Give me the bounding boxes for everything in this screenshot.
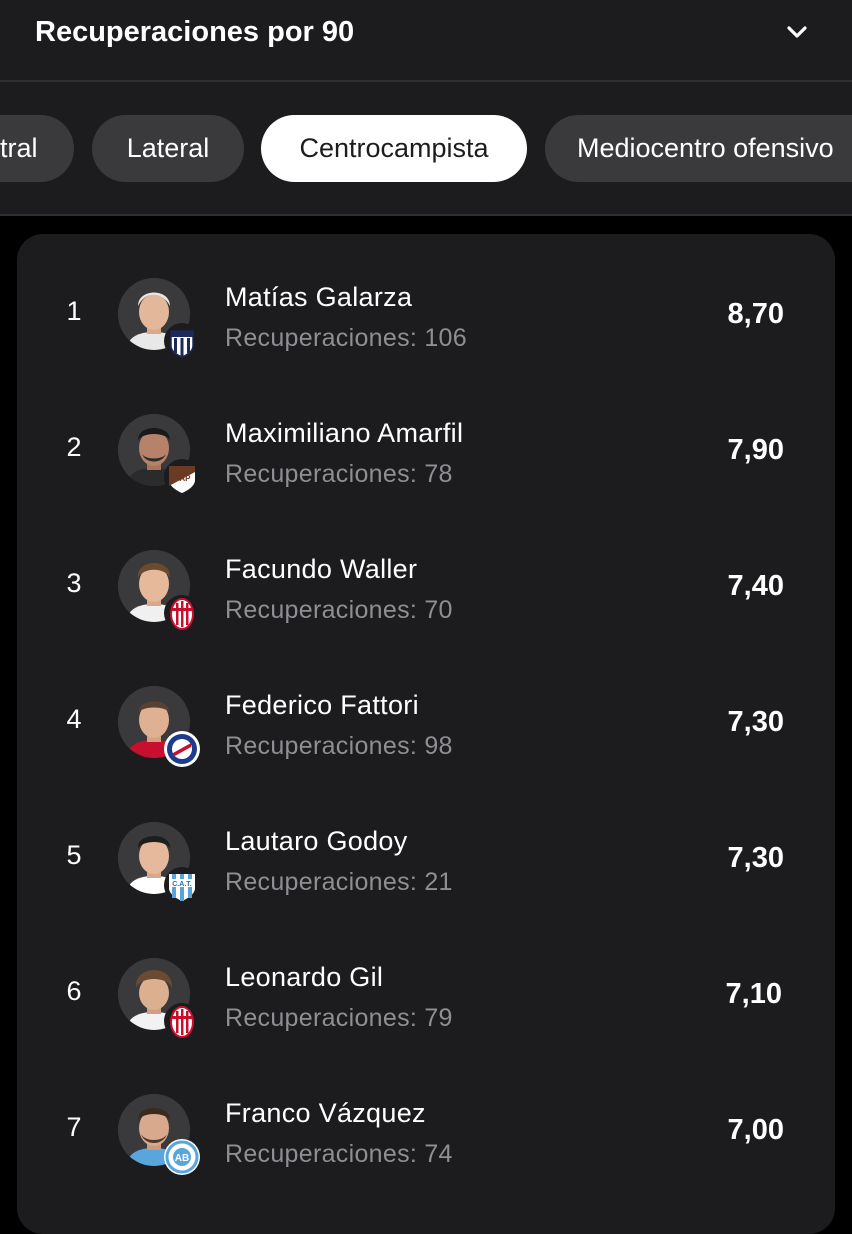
player-stat: Recuperaciones: 74	[225, 1140, 453, 1168]
player-value: 7,30	[727, 706, 784, 738]
chip-label: Centrocampista	[299, 133, 489, 163]
rank-number: 3	[66, 568, 82, 598]
stat-selector-header[interactable]: Recuperaciones por 90	[0, 0, 852, 82]
chip-mediocentro-ofensivo[interactable]: Mediocentro ofensivo	[545, 115, 852, 182]
chip-label: tral	[0, 133, 38, 163]
rank-number: 4	[66, 704, 82, 734]
argentinos-badge-icon	[164, 731, 200, 767]
svg-text:C.A.T.: C.A.T.	[172, 881, 192, 888]
player-name: Franco Vázquez	[225, 1098, 426, 1128]
player-value: 8,70	[727, 298, 784, 330]
player-row[interactable]: 6 Leonardo Gil Recuperaciones: 79 7,10	[17, 922, 835, 1058]
player-name: Facundo Waller	[225, 554, 418, 584]
player-value: 7,40	[727, 570, 784, 602]
belgrano-badge-icon: AB	[164, 1139, 200, 1175]
player-name: Federico Fattori	[225, 690, 419, 720]
page-title: Recuperaciones por 90	[35, 16, 355, 48]
rank-number: 6	[66, 976, 82, 1006]
player-value: 7,90	[727, 434, 784, 466]
player-row[interactable]: 3 Facundo Waller Recuperaciones: 70 7,40	[17, 514, 835, 650]
chip-lateral[interactable]: Lateral	[92, 115, 244, 182]
chevron-down-icon[interactable]	[783, 18, 811, 46]
svg-text:CAP: CAP	[174, 474, 192, 483]
atletico-tucuman-badge-icon: C.A.T.	[164, 867, 200, 903]
rank-number: 1	[66, 296, 82, 326]
player-stat: Recuperaciones: 98	[225, 732, 453, 760]
player-value: 7,10	[725, 978, 782, 1010]
position-filter-bar: tral Lateral Centrocampista Mediocentro …	[0, 82, 852, 216]
chip-centrocampista[interactable]: Centrocampista	[261, 115, 527, 182]
player-row[interactable]: 4 Federico Fattori Recuperaciones: 98 7,…	[17, 650, 835, 786]
player-name: Leonardo Gil	[225, 962, 384, 992]
player-stat: Recuperaciones: 70	[225, 596, 453, 624]
rank-number: 2	[66, 432, 82, 462]
player-row[interactable]: 7 AB Franco Vázquez Recuperaciones: 74 7…	[17, 1058, 835, 1194]
chip-defensor-central[interactable]: tral	[0, 115, 74, 182]
chip-label: Mediocentro ofensivo	[577, 133, 834, 163]
player-row[interactable]: 5 C.A.T. Lautaro Godoy Recuperaciones: 2…	[17, 786, 835, 922]
talleres-badge-icon	[164, 323, 200, 359]
top-panel: Recuperaciones por 90 tral Lateral Centr…	[0, 0, 852, 216]
huracan-badge-icon	[164, 595, 200, 631]
player-value: 7,00	[727, 1114, 784, 1146]
player-stat: Recuperaciones: 21	[225, 868, 453, 896]
platense-badge-icon: CAP	[164, 459, 200, 495]
player-name: Matías Galarza	[225, 282, 413, 312]
player-value: 7,30	[727, 842, 784, 874]
player-name: Maximiliano Amarfil	[225, 418, 464, 448]
rank-number: 7	[66, 1112, 82, 1142]
chip-label: Lateral	[126, 133, 210, 163]
player-stat: Recuperaciones: 106	[225, 324, 467, 352]
player-row[interactable]: 2 CAP Maximiliano Amarfil Recuperaciones…	[17, 378, 835, 514]
player-ranking-list: 1 Matías Galarza Recuperaciones: 106 8,7…	[17, 234, 835, 1234]
huracan-badge-icon	[164, 1003, 200, 1039]
rank-number: 5	[66, 840, 82, 870]
player-stat: Recuperaciones: 79	[225, 1004, 453, 1032]
svg-text:AB: AB	[175, 1153, 189, 1164]
player-name: Lautaro Godoy	[225, 826, 408, 856]
player-stat: Recuperaciones: 78	[225, 460, 453, 488]
player-row[interactable]: 1 Matías Galarza Recuperaciones: 106 8,7…	[17, 242, 835, 378]
